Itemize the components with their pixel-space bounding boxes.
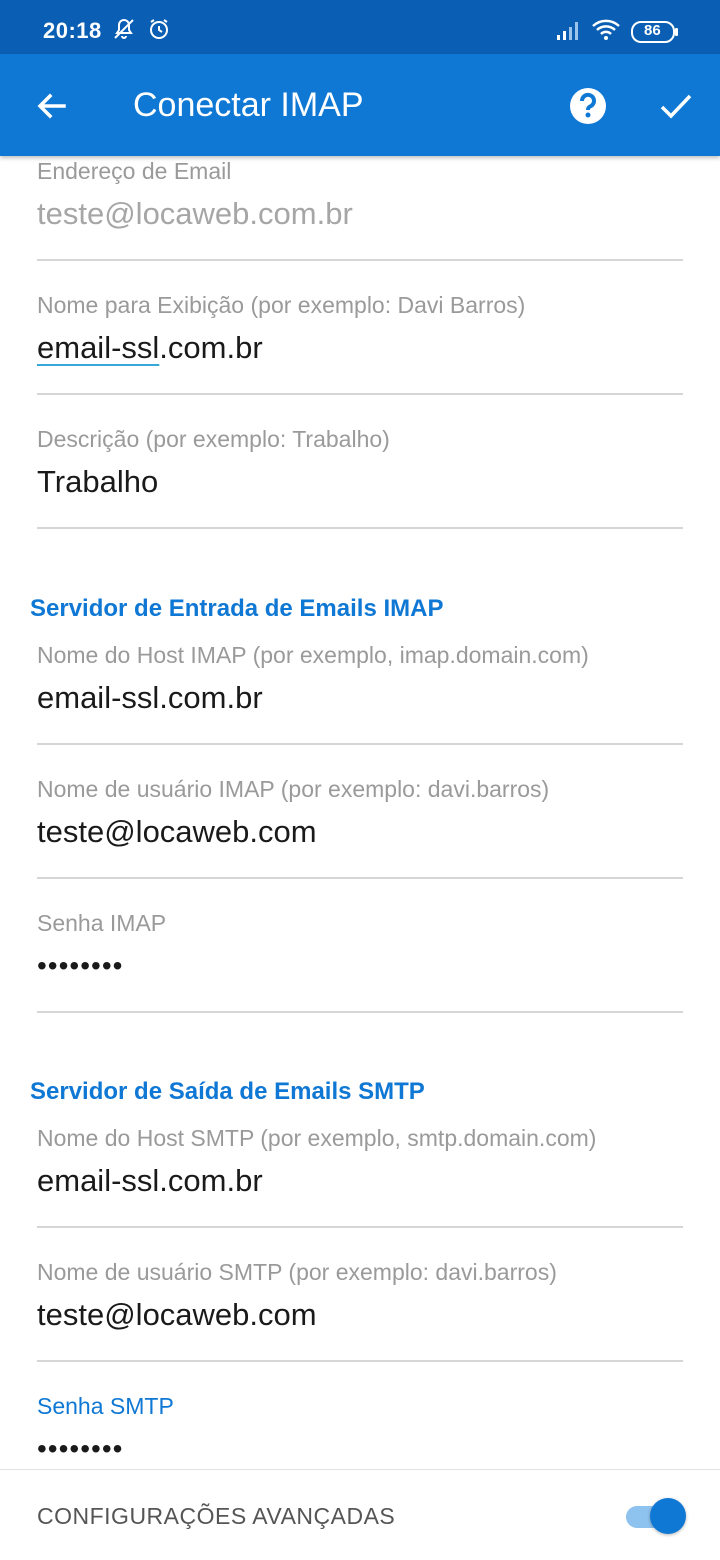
imap-password-field[interactable]: Senha IMAP •••••••• xyxy=(37,910,683,1014)
display-name-value-rest: .com.br xyxy=(159,330,263,365)
display-name-label: Nome para Exibição (por exemplo: Davi Ba… xyxy=(37,292,526,318)
confirm-button[interactable] xyxy=(654,84,698,128)
smtp-password-input[interactable]: •••••••• xyxy=(37,1433,123,1465)
notifications-off-icon xyxy=(112,17,136,46)
help-icon xyxy=(570,88,606,124)
imap-host-input[interactable]: email-ssl.com.br xyxy=(37,680,263,716)
app-bar: Conectar IMAP xyxy=(0,54,720,156)
display-name-field[interactable]: Nome para Exibição (por exemplo: Davi Ba… xyxy=(37,292,683,396)
advanced-settings-toggle[interactable] xyxy=(626,1498,686,1534)
email-address-value: teste@locaweb.com.br xyxy=(37,196,353,231)
divider xyxy=(37,527,683,529)
divider xyxy=(37,1011,683,1013)
description-input[interactable]: Trabalho xyxy=(37,464,158,500)
smtp-username-label: Nome de usuário SMTP (por exemplo: davi.… xyxy=(37,1259,557,1285)
divider xyxy=(37,259,683,261)
back-button[interactable] xyxy=(30,84,74,128)
imap-username-label: Nome de usuário IMAP (por exemplo: davi.… xyxy=(37,776,550,802)
imap-username-field[interactable]: Nome de usuário IMAP (por exemplo: davi.… xyxy=(37,776,683,880)
display-name-input[interactable]: email-ssl.com.br xyxy=(37,330,263,366)
signal-icon xyxy=(556,19,584,46)
smtp-section-title: Servidor de Saída de Emails SMTP xyxy=(30,1078,425,1105)
divider xyxy=(37,393,683,395)
display-name-value-part: email-ssl xyxy=(37,330,160,365)
description-label: Descrição (por exemplo: Trabalho) xyxy=(37,426,390,452)
imap-host-field[interactable]: Nome do Host IMAP (por exemplo, imap.dom… xyxy=(37,642,683,746)
smtp-password-label: Senha SMTP xyxy=(37,1393,174,1419)
status-bar: 20:18 86 xyxy=(0,0,720,54)
imap-password-label: Senha IMAP xyxy=(37,910,167,936)
smtp-username-field[interactable]: Nome de usuário SMTP (por exemplo: davi.… xyxy=(37,1259,683,1363)
divider xyxy=(37,1360,683,1362)
check-icon xyxy=(660,94,692,119)
smtp-host-input[interactable]: email-ssl.com.br xyxy=(37,1163,263,1199)
imap-host-label: Nome do Host IMAP (por exemplo, imap.dom… xyxy=(37,642,589,668)
divider xyxy=(37,743,683,745)
email-address-field: Endereço de Email teste@locaweb.com.br xyxy=(37,158,683,262)
alarm-icon xyxy=(147,17,171,46)
smtp-username-input[interactable]: teste@locaweb.com xyxy=(37,1297,317,1333)
toggle-thumb xyxy=(650,1498,686,1534)
status-time: 20:18 xyxy=(43,18,102,43)
divider xyxy=(37,1226,683,1228)
email-address-label: Endereço de Email xyxy=(37,158,232,184)
help-button[interactable] xyxy=(566,84,610,128)
wifi-icon xyxy=(591,18,621,47)
smtp-host-label: Nome do Host SMTP (por exemplo, smtp.dom… xyxy=(37,1125,597,1151)
description-field[interactable]: Descrição (por exemplo: Trabalho) Trabal… xyxy=(37,426,683,530)
smtp-password-field[interactable]: Senha SMTP •••••••• xyxy=(37,1393,683,1469)
imap-password-input[interactable]: •••••••• xyxy=(37,950,123,982)
smtp-host-field[interactable]: Nome do Host SMTP (por exemplo, smtp.dom… xyxy=(37,1125,683,1229)
imap-section-title: Servidor de Entrada de Emails IMAP xyxy=(30,595,444,622)
advanced-settings-label: CONFIGURAÇÕES AVANÇADAS xyxy=(37,1503,396,1529)
advanced-settings-bar: CONFIGURAÇÕES AVANÇADAS xyxy=(0,1469,720,1560)
battery-level: 86 xyxy=(644,22,661,39)
page-title: Conectar IMAP xyxy=(133,86,364,124)
divider xyxy=(37,877,683,879)
arrow-back-icon xyxy=(37,93,66,119)
imap-username-input[interactable]: teste@locaweb.com xyxy=(37,814,317,850)
